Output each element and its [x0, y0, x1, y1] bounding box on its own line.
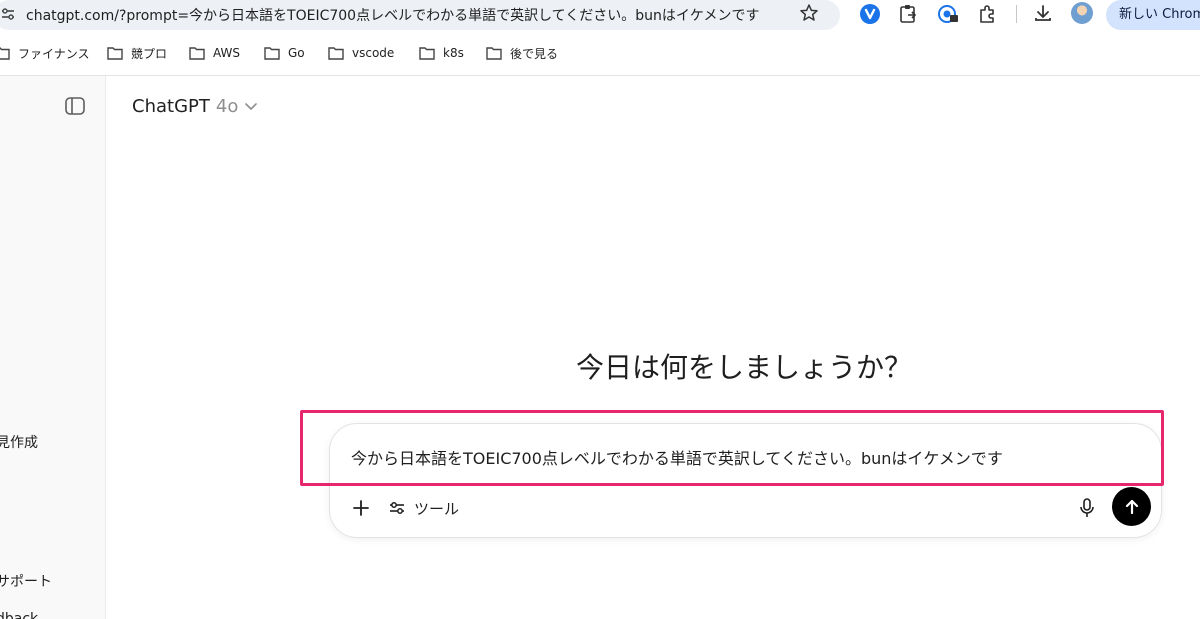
puzzle-extensions-icon[interactable]: [976, 3, 998, 25]
toolbar-bottom-border: [0, 75, 1200, 76]
address-bar[interactable]: chatgpt.com/?prompt=今から日本語をTOEIC700点レベルで…: [0, 0, 840, 30]
browser-toolbar: chatgpt.com/?prompt=今から日本語をTOEIC700点レベルで…: [0, 0, 1200, 38]
prompt-composer[interactable]: 今から日本語をTOEIC700点レベルでわかる単語で英訳してください。bunはイ…: [329, 423, 1162, 538]
sliders-icon: [390, 502, 404, 514]
folder-icon: [107, 47, 123, 60]
bookmarks-bar: ファイナンス 競プロ AWS Go vscode k8s 後で見る: [0, 38, 1200, 68]
download-icon[interactable]: [1033, 3, 1053, 23]
new-chrome-button[interactable]: 新しい Chrome: [1106, 0, 1200, 30]
lock-extension-icon[interactable]: [937, 3, 959, 25]
folder-icon: [189, 47, 205, 60]
bookmark-folder-kyopro[interactable]: 競プロ: [107, 44, 167, 62]
bookmark-label: Go: [288, 46, 305, 60]
model-selector[interactable]: ChatGPT 4o: [132, 96, 258, 117]
send-button[interactable]: [1112, 487, 1151, 526]
greeting-heading: 今日は何をしましょうか？: [575, 351, 912, 384]
folder-icon: [0, 47, 10, 60]
bookmark-folder-vscode[interactable]: vscode: [328, 44, 394, 62]
clipboard-extension-icon[interactable]: [897, 3, 919, 25]
bookmark-folder-k8s[interactable]: k8s: [419, 44, 464, 62]
profile-avatar[interactable]: [1071, 2, 1093, 24]
model-name: ChatGPT: [132, 96, 210, 117]
site-info-icon[interactable]: [0, 6, 16, 22]
sidebar-item-support[interactable]: サポート: [0, 571, 52, 591]
arrow-up-icon: [1125, 499, 1138, 514]
folder-icon: [328, 47, 344, 60]
model-version: 4o: [215, 96, 239, 117]
toolbar-divider: [1016, 5, 1017, 23]
bookmark-star-icon[interactable]: [799, 3, 819, 23]
add-attachment-button[interactable]: [349, 496, 373, 520]
bookmark-label: 競プロ: [131, 46, 168, 61]
dictate-button[interactable]: [1075, 495, 1099, 521]
bookmark-folder-go[interactable]: Go: [264, 44, 305, 62]
prompt-input[interactable]: 今から日本語をTOEIC700点レベルでわかる単語で英訳してください。bunはイ…: [351, 445, 1003, 469]
plus-icon: [353, 500, 369, 516]
sidebar-toggle-icon[interactable]: [64, 96, 86, 116]
bookmark-folder-read-later[interactable]: 後で見る: [486, 44, 558, 62]
bookmark-folder-aws[interactable]: AWS: [189, 44, 240, 62]
bookmark-folder-finance[interactable]: ファイナンス: [0, 44, 90, 62]
folder-icon: [486, 47, 502, 60]
bookmark-label: ファイナンス: [18, 46, 90, 61]
folder-icon: [264, 47, 280, 60]
bookmark-label: vscode: [352, 46, 395, 60]
tools-label: ツール: [414, 499, 460, 518]
sidebar-item-create[interactable]: 見作成: [0, 432, 38, 452]
folder-icon: [419, 47, 435, 60]
tools-button[interactable]: ツール: [388, 496, 459, 520]
chevron-down-icon: [245, 102, 258, 110]
bookmark-label: 後で見る: [510, 46, 559, 61]
bookmark-label: AWS: [213, 46, 241, 60]
url-text[interactable]: chatgpt.com/?prompt=今から日本語をTOEIC700点レベルで…: [26, 5, 759, 25]
microphone-icon: [1080, 498, 1094, 517]
bookmark-label: k8s: [443, 46, 464, 60]
sidebar-item-feedback[interactable]: dback: [0, 611, 38, 619]
extension-v-icon[interactable]: [859, 3, 881, 25]
